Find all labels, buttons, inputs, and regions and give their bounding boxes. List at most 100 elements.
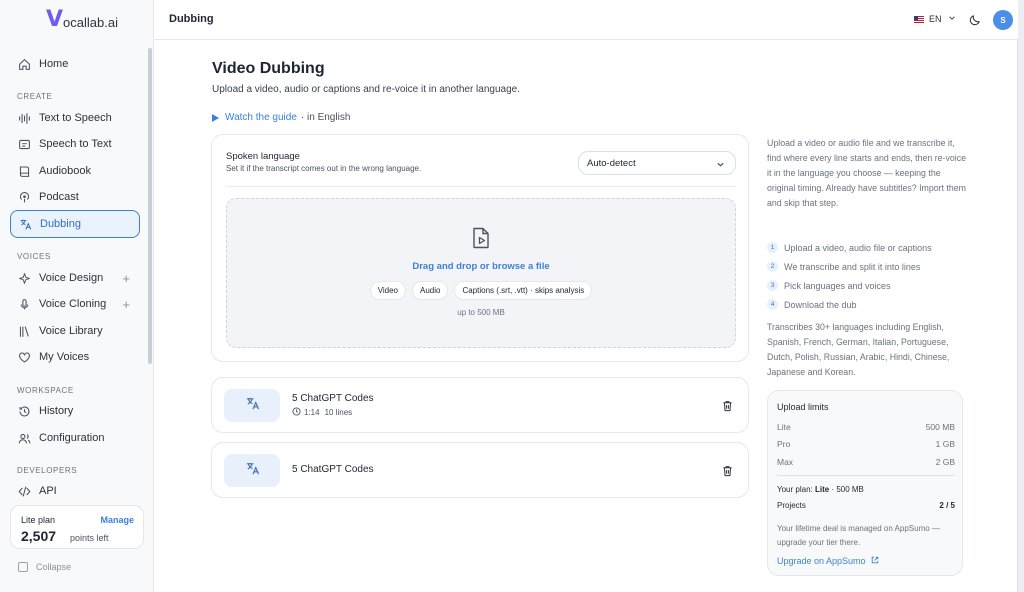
upload-limits-title: Upload limits — [777, 402, 829, 412]
language-switcher[interactable]: EN — [914, 14, 956, 24]
chip-audio: Audio — [412, 281, 449, 300]
section-voices: VOICES — [17, 252, 51, 261]
sidebar-item-history[interactable]: History — [10, 398, 140, 424]
project-card[interactable]: 5 ChatGPT Codes — [211, 442, 749, 498]
your-plan-value: Lite — [814, 485, 830, 494]
translate-icon — [19, 218, 32, 231]
heart-icon — [18, 351, 31, 364]
sidebar-item-api[interactable]: API — [10, 478, 140, 504]
sidebar-item-dubbing[interactable]: Dubbing — [10, 210, 140, 238]
limit-size: 500 MB — [925, 422, 955, 432]
points-label: points left — [70, 533, 109, 543]
sidebar-item-audiobook[interactable]: Audiobook — [10, 158, 140, 184]
section-workspace: WORKSPACE — [17, 386, 74, 395]
sidebar-item-label: API — [39, 485, 57, 497]
sidebar-item-home[interactable]: Home — [10, 51, 140, 77]
step-number: 3 — [767, 280, 778, 291]
limit-size: 1 GB — [935, 439, 955, 449]
plan-name: Lite plan — [21, 515, 56, 525]
steps-list: 1 Upload a video, audio file or captions … — [767, 238, 932, 314]
spoken-language-select[interactable]: Auto-detect — [578, 151, 736, 175]
trash-icon[interactable] — [722, 399, 733, 417]
sidebar-item-label: Voice Design — [39, 272, 104, 284]
upgrade-label: Upgrade on AppSumo — [777, 556, 866, 566]
sidebar: V ocallab.ai Home CREATE Text to Speech … — [0, 0, 154, 592]
sidebar-item-text-to-speech[interactable]: Text to Speech — [10, 105, 140, 131]
sidebar-item-speech-to-text[interactable]: Speech to Text — [10, 131, 140, 157]
plus-icon[interactable]: + — [122, 297, 130, 312]
history-icon — [18, 405, 31, 418]
transcript-icon — [18, 138, 31, 151]
step-number: 2 — [767, 261, 778, 272]
translate-icon — [245, 396, 260, 416]
sidebar-item-podcast[interactable]: Podcast — [10, 184, 140, 210]
window-edge — [1018, 0, 1024, 592]
us-flag-icon — [914, 15, 924, 23]
plan-card: Lite plan Manage 2,507 points left — [10, 505, 144, 549]
upload-limits-card: Upload limits Lite 500 MB Pro 1 GB Max 2 GB… — [767, 390, 963, 576]
project-thumbnail — [224, 454, 280, 487]
guide-row: Watch the guide · in English — [212, 112, 350, 123]
step-number: 4 — [767, 299, 778, 310]
sidebar-item-voice-library[interactable]: Voice Library — [10, 318, 140, 344]
step-label: We transcribe and split it into lines — [784, 261, 921, 272]
page-title: Dubbing — [169, 13, 214, 25]
sidebar-scrollbar[interactable] — [148, 48, 152, 364]
sidebar-item-voice-design[interactable]: Voice Design + — [10, 265, 140, 291]
projects-usage: Projects 2 / 5 — [777, 501, 955, 510]
sidebar-item-my-voices[interactable]: My Voices — [10, 344, 140, 370]
project-thumbnail — [224, 389, 280, 422]
project-lines: 10 lines — [324, 408, 353, 417]
limit-row: Pro 1 GB — [777, 439, 955, 449]
collapse-label: Collapse — [36, 562, 72, 572]
sidebar-item-label: Text to Speech — [39, 112, 112, 124]
dropzone-text[interactable]: Drag and drop or browse a file — [227, 261, 735, 272]
select-value: Auto-detect — [587, 157, 636, 169]
section-developers: DEVELOPERS — [17, 466, 78, 475]
upload-card: Spoken language Set it if the transcript… — [211, 134, 749, 362]
step-item: 2 We transcribe and split it into lines — [767, 257, 932, 276]
podcast-icon — [18, 191, 31, 204]
file-type-chips: Video Audio Captions (.srt, .vtt) · skip… — [227, 281, 735, 300]
sidebar-item-configuration[interactable]: Configuration — [10, 425, 140, 451]
divider — [226, 186, 736, 187]
book-icon — [18, 165, 31, 178]
file-dropzone[interactable]: Drag and drop or browse a file Video Aud… — [226, 198, 736, 348]
points-count: 2,507 — [21, 528, 57, 544]
sidebar-item-label: Voice Library — [39, 325, 103, 337]
video-file-icon — [471, 227, 491, 254]
sidebar-item-label: Podcast — [39, 191, 79, 203]
watch-guide-link[interactable]: Watch the guide — [225, 112, 297, 123]
sidebar-item-label: Dubbing — [40, 218, 81, 230]
logo[interactable]: V ocallab.ai — [46, 8, 118, 32]
step-label: Download the dub — [784, 299, 857, 310]
sidebar-toggle-icon — [18, 562, 28, 572]
collapse-button[interactable]: Collapse — [18, 562, 71, 572]
project-card[interactable]: 5 ChatGPT Codes 1:14 10 lines — [211, 377, 749, 433]
topbar: Dubbing EN S — [154, 0, 1018, 40]
manage-link[interactable]: Manage — [100, 515, 134, 525]
project-name: 5 ChatGPT Codes — [292, 393, 374, 404]
spoken-language-label: Spoken language — [226, 151, 300, 162]
code-icon — [18, 485, 31, 498]
sidebar-item-voice-cloning[interactable]: Voice Cloning + — [10, 291, 140, 317]
users-icon — [18, 432, 31, 445]
sidebar-item-label: Configuration — [39, 432, 105, 444]
logo-mark: V — [46, 7, 64, 32]
your-plan-label: Your plan: — [777, 485, 813, 494]
projects-value: 2 / 5 — [939, 501, 955, 510]
plus-icon[interactable]: + — [122, 271, 130, 286]
avatar[interactable]: S — [993, 10, 1013, 30]
home-icon — [18, 58, 31, 71]
trash-icon[interactable] — [722, 464, 733, 482]
guide-language: · in English — [300, 112, 351, 123]
chip-captions: Captions (.srt, .vtt) · skips analysis — [454, 281, 593, 300]
upgrade-link[interactable]: Upgrade on AppSumo — [777, 556, 879, 566]
library-icon — [18, 325, 31, 338]
moon-icon[interactable] — [969, 13, 981, 26]
main-subtitle: Upload a video, audio or captions and re… — [212, 84, 520, 95]
limit-row: Lite 500 MB — [777, 422, 955, 432]
chevron-down-icon — [948, 14, 956, 24]
project-name: 5 ChatGPT Codes — [292, 464, 374, 475]
divider — [777, 475, 955, 476]
